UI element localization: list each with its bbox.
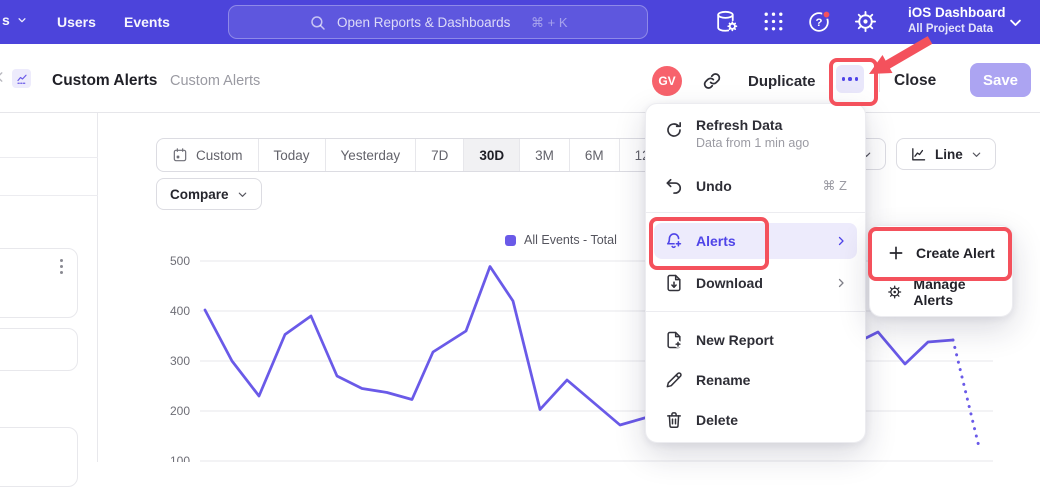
compare-button[interactable]: Compare bbox=[156, 178, 262, 210]
svg-text:400: 400 bbox=[170, 304, 190, 318]
menu-item-label: Refresh Data bbox=[696, 117, 809, 133]
page-subtitle: Custom Alerts bbox=[170, 73, 260, 89]
menu-divider bbox=[646, 311, 865, 312]
menu-item-alerts[interactable]: Alerts bbox=[654, 223, 857, 259]
sidebar-card[interactable] bbox=[0, 248, 78, 318]
range-today[interactable]: Today bbox=[258, 139, 325, 171]
report-header: Custom Alerts Custom Alerts GV Duplicate… bbox=[0, 44, 1040, 113]
range-custom[interactable]: Custom bbox=[157, 139, 258, 171]
nav-item-boards-partial[interactable]: s bbox=[2, 12, 27, 28]
trash-icon bbox=[664, 410, 684, 430]
range-6m[interactable]: 6M bbox=[569, 139, 619, 171]
avatar[interactable]: GV bbox=[652, 66, 682, 96]
menu-item-rename[interactable]: Rename bbox=[654, 362, 857, 398]
file-download-icon bbox=[664, 273, 684, 293]
chart-legend: All Events - Total bbox=[505, 233, 617, 247]
menu-item-label: Download bbox=[696, 275, 763, 291]
menu-item-label: New Report bbox=[696, 332, 774, 348]
submenu-item-create-alert[interactable]: Create Alert bbox=[878, 234, 1004, 272]
menu-item-download[interactable]: Download bbox=[654, 265, 857, 301]
bell-plus-icon bbox=[664, 231, 684, 251]
apps-grid-icon[interactable] bbox=[761, 9, 786, 34]
menu-item-delete[interactable]: Delete bbox=[654, 402, 857, 438]
project-selector[interactable]: iOS Dashboard All Project Data bbox=[908, 4, 1006, 37]
svg-text:300: 300 bbox=[170, 354, 190, 368]
sidebar-divider bbox=[0, 195, 98, 196]
alerts-submenu: Create Alert Manage Alerts bbox=[869, 225, 1013, 317]
more-options-button[interactable] bbox=[836, 65, 864, 93]
chevron-right-icon bbox=[835, 235, 847, 247]
submenu-item-manage-alerts[interactable]: Manage Alerts bbox=[878, 273, 1004, 311]
help-icon[interactable]: ? bbox=[807, 9, 832, 34]
range-yesterday[interactable]: Yesterday bbox=[325, 139, 416, 171]
search-shortcut: ⌘ + K bbox=[531, 15, 568, 31]
chevron-down-icon bbox=[971, 149, 982, 160]
file-plus-icon bbox=[664, 330, 684, 350]
line-chart-icon bbox=[910, 146, 927, 163]
duplicate-button[interactable]: Duplicate bbox=[748, 73, 816, 90]
chevron-right-icon bbox=[835, 277, 847, 289]
sidebar-card[interactable] bbox=[0, 328, 78, 371]
nav-item-events[interactable]: Events bbox=[124, 14, 170, 30]
refresh-icon bbox=[664, 120, 684, 140]
chevron-down-icon bbox=[237, 189, 248, 200]
kebab-menu-icon[interactable] bbox=[60, 259, 63, 274]
data-management-icon[interactable] bbox=[714, 9, 739, 34]
menu-item-refresh-data[interactable]: Refresh Data Data from 1 min ago bbox=[654, 112, 857, 160]
copy-link-icon[interactable] bbox=[701, 70, 723, 92]
global-search-input[interactable]: Open Reports & Dashboards ⌘ + K bbox=[228, 5, 648, 39]
report-type-icon bbox=[12, 69, 31, 88]
chevron-down-icon[interactable] bbox=[1008, 15, 1023, 30]
left-sidebar bbox=[0, 112, 98, 462]
svg-text:200: 200 bbox=[170, 404, 190, 418]
menu-item-new-report[interactable]: New Report bbox=[654, 322, 857, 358]
submenu-item-label: Manage Alerts bbox=[913, 276, 995, 308]
undo-shortcut: ⌘ Z bbox=[822, 178, 847, 194]
date-range-segmented-control: Custom Today Yesterday 7D 30D 3M 6M 12M bbox=[156, 138, 677, 172]
chevron-down-icon bbox=[17, 15, 27, 25]
range-7d[interactable]: 7D bbox=[415, 139, 463, 171]
undo-icon bbox=[664, 176, 684, 196]
svg-text:500: 500 bbox=[170, 254, 190, 268]
report-options-menu: Refresh Data Data from 1 min ago Undo ⌘ … bbox=[645, 103, 866, 443]
sidebar-divider bbox=[0, 157, 98, 158]
page-title: Custom Alerts bbox=[52, 72, 157, 90]
top-navigation-bar: s Users Events Open Reports & Dashboards… bbox=[0, 0, 1040, 44]
search-placeholder: Open Reports & Dashboards bbox=[337, 15, 510, 30]
menu-item-undo[interactable]: Undo ⌘ Z bbox=[654, 168, 857, 204]
search-icon bbox=[309, 14, 327, 32]
menu-item-label: Delete bbox=[696, 412, 738, 428]
plus-icon bbox=[887, 244, 905, 262]
pencil-icon bbox=[664, 370, 684, 390]
header-divider bbox=[879, 66, 880, 92]
legend-swatch bbox=[505, 235, 516, 246]
save-button[interactable]: Save bbox=[970, 63, 1031, 97]
submenu-item-label: Create Alert bbox=[916, 245, 995, 261]
settings-gear-icon[interactable] bbox=[853, 9, 878, 34]
close-button[interactable]: Close bbox=[894, 72, 936, 90]
menu-item-label: Undo bbox=[696, 178, 732, 194]
notification-dot bbox=[823, 11, 830, 18]
chart-type-button[interactable]: Line bbox=[896, 138, 996, 170]
range-3m[interactable]: 3M bbox=[519, 139, 569, 171]
svg-text:100: 100 bbox=[170, 454, 190, 462]
nav-item-users[interactable]: Users bbox=[57, 14, 96, 30]
menu-divider bbox=[646, 212, 865, 213]
menu-item-label: Alerts bbox=[696, 233, 736, 249]
gear-icon bbox=[887, 283, 902, 301]
legend-label: All Events - Total bbox=[524, 233, 617, 247]
calendar-icon bbox=[172, 147, 188, 163]
svg-text:?: ? bbox=[815, 17, 822, 29]
sidebar-card[interactable] bbox=[0, 427, 78, 487]
menu-item-label: Rename bbox=[696, 372, 750, 388]
menu-item-sublabel: Data from 1 min ago bbox=[696, 136, 809, 150]
range-30d-selected[interactable]: 30D bbox=[463, 139, 519, 171]
project-scope: All Project Data bbox=[908, 22, 1006, 37]
chevron-left-fragment-icon bbox=[0, 70, 7, 84]
project-name: iOS Dashboard bbox=[908, 4, 1006, 22]
